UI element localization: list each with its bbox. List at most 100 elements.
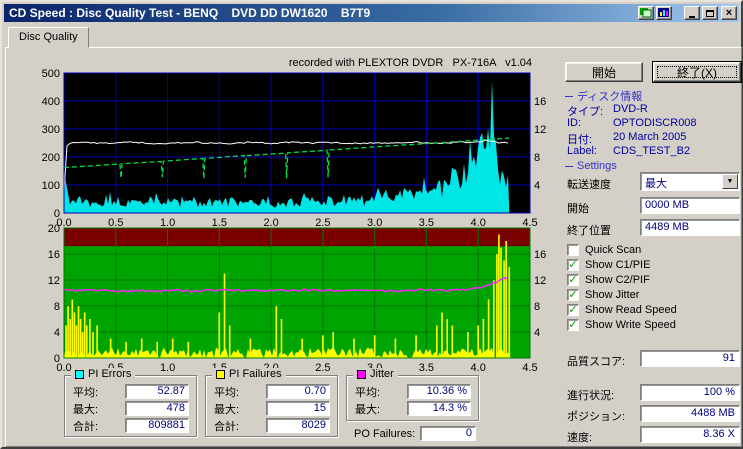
exit-button[interactable]: 終了(X) (653, 62, 741, 82)
checkbox-show-c1-pie[interactable]: ✓ Show C1/PIE (567, 259, 677, 271)
start-position-field[interactable]: 0000 MB (640, 197, 740, 214)
pi-failures-statbox: PI Failures 平均: 0.70 最大: 15 合計: 8029 (205, 368, 338, 437)
tick-label: 12 (48, 275, 60, 287)
po-failures-label: PO Failures: (354, 427, 416, 440)
start-button[interactable]: 開始 (565, 62, 643, 82)
checkbox-box[interactable]: ✓ (567, 274, 579, 286)
checkbox-show-read-speed[interactable]: ✓ Show Read Speed (567, 304, 677, 316)
checkbox-show-write-speed[interactable]: ✓ Show Write Speed (567, 319, 677, 331)
quality-score-label: 品質スコア: (567, 356, 626, 368)
avg-value: 0.70 (266, 384, 330, 399)
minimize-button[interactable] (684, 6, 700, 20)
checkbox-quick-scan[interactable]: Quick Scan (567, 244, 677, 256)
tick-label: 8 (534, 152, 540, 164)
jitter-statbox: Jitter 平均: 10.36 % 最大: 14.3 % (346, 368, 479, 421)
checkbox-box[interactable] (567, 244, 579, 256)
checkbox-show-jitter[interactable]: ✓ Show Jitter (567, 289, 677, 301)
tick-label: 4 (54, 327, 60, 339)
transfer-speed-select[interactable]: 最大 ▼ (640, 172, 740, 191)
avg-value: 10.36 % (407, 384, 471, 399)
minimize-icon (689, 15, 695, 18)
tick-label: 16 (534, 96, 546, 108)
maximize-icon (706, 9, 714, 17)
chevron-down-icon: ▼ (726, 178, 734, 185)
tick-label: 4.5 (522, 362, 537, 374)
checkbox-box[interactable]: ✓ (567, 304, 579, 316)
end-position-field[interactable]: 4489 MB (640, 219, 740, 236)
save-graph-button[interactable] (656, 6, 672, 20)
dropdown-button[interactable]: ▼ (722, 174, 738, 189)
end-position-label: 終了位置 (567, 225, 611, 237)
disc-label-value: CDS_TEST_B2 (613, 145, 691, 157)
checkbox-label: Show Jitter (585, 289, 640, 301)
checkbox-list: Quick Scan ✓ Show C1/PIE ✓ Show C2/PIF ✓ Show … (567, 244, 677, 331)
max-value: 14.3 % (407, 401, 471, 416)
checkbox-label: Show C1/PIE (585, 259, 651, 271)
pi-failures-legend: PI Failures (212, 368, 286, 380)
copy-graph-button[interactable] (638, 6, 654, 20)
avg-label: 平均: (73, 386, 99, 399)
tick-label: 8 (54, 301, 60, 313)
pi-errors-swatch (75, 369, 84, 379)
po-failures-value: 0 (420, 426, 476, 441)
start-position-label: 開始 (567, 203, 589, 215)
tick-label: 20 (48, 223, 60, 235)
total-value: 809881 (125, 418, 189, 433)
disc-type-value: DVD-R (613, 103, 648, 115)
progress-label: 進行状況: (567, 390, 615, 402)
avg-label: 平均: (214, 386, 240, 399)
disc-label-label: Label: (567, 145, 597, 157)
progress-value: 100 % (640, 384, 740, 401)
tick-label: 500 (42, 68, 60, 80)
position-label: ポジション: (567, 411, 626, 423)
tick-label: 16 (534, 249, 546, 261)
tick-label: 0.0 (56, 362, 71, 374)
disc-id-value: OPTODISCR008 (613, 117, 697, 129)
speed-value: 8.36 X (640, 426, 740, 443)
tick-label: 200 (42, 152, 60, 164)
max-value: 478 (125, 401, 189, 416)
checkbox-label: Show Write Speed (585, 319, 676, 331)
po-failures-row: PO Failures: 0 (354, 426, 476, 441)
pi-errors-legend: PI Errors (71, 368, 136, 380)
pi-errors-statbox: PI Errors 平均: 52.87 最大: 478 合計: 809881 (64, 368, 197, 437)
tick-label: 3.5 (419, 362, 434, 374)
transfer-speed-label: 転送速度 (567, 179, 611, 191)
pi-errors-title: PI Errors (88, 368, 132, 380)
pi-failures-jitter-chart: 2016128401612840.00.51.01.52.02.53.03.54… (48, 223, 547, 374)
checkbox-box[interactable]: ✓ (567, 289, 579, 301)
tab-page: recorded with PLEXTOR DVDR PX-716A v1.04… (5, 47, 742, 447)
checkbox-show-c2-pif[interactable]: ✓ Show C2/PIF (567, 274, 677, 286)
checkbox-label: Quick Scan (585, 244, 642, 256)
tick-label: 4.0 (471, 362, 486, 374)
jitter-legend: Jitter (353, 368, 398, 380)
jitter-title: Jitter (370, 368, 394, 380)
pi-errors-chart: 50040030020010001612840.0 0.5 1.0 1.5 2.0 2.5… (42, 68, 547, 229)
total-label: 合計: (214, 420, 240, 433)
pi-failures-title: PI Failures (229, 368, 282, 380)
tab-disc-quality[interactable]: Disc Quality (8, 27, 89, 48)
separator-dash (565, 95, 573, 97)
checkbox-box[interactable]: ✓ (567, 259, 579, 271)
tick-label: 12 (534, 275, 546, 287)
maximize-button[interactable] (702, 6, 718, 20)
checkbox-box[interactable]: ✓ (567, 319, 579, 331)
max-label: 最大: (73, 403, 99, 416)
checkbox-label: Show Read Speed (585, 304, 677, 316)
tick-label: 2.5 (315, 362, 330, 374)
disc-date-value: 20 March 2005 (613, 131, 687, 143)
tick-label: 1.0 (160, 362, 175, 374)
max-label: 最大: (214, 403, 240, 416)
speed-label: 速度: (567, 432, 593, 444)
tick-label: 300 (42, 124, 60, 136)
window-title: CD Speed : Disc Quality Test - BENQ DVD … (9, 6, 371, 20)
max-value: 15 (266, 401, 330, 416)
chart-icon (658, 8, 669, 17)
tick-label: 400 (42, 96, 60, 108)
jitter-swatch (357, 369, 366, 379)
close-button[interactable]: × (721, 6, 737, 20)
disc-id-label: ID: (567, 117, 582, 129)
titlebar[interactable]: CD Speed : Disc Quality Test - BENQ DVD … (4, 4, 739, 22)
tick-label: 8 (534, 301, 540, 313)
settings-header: Settings (565, 160, 617, 172)
